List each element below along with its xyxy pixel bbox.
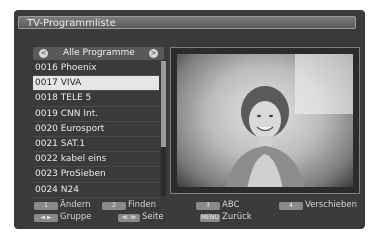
channel-item[interactable]: 0023 ProSieben xyxy=(33,167,159,183)
yellow-key-label: ABC xyxy=(222,200,240,210)
chevron-right-icon[interactable]: > xyxy=(149,49,158,58)
footer: 1 Ändern 2 Finden 3 ABC 4 Verschieben ◄ … xyxy=(14,198,365,229)
channel-item[interactable]: 0021 SAT.1 xyxy=(33,137,159,153)
preview-photo xyxy=(225,54,353,187)
channel-item[interactable]: 0020 Eurosport xyxy=(33,122,159,137)
menu-key-icon[interactable]: MENU xyxy=(200,214,220,222)
yellow-key-icon[interactable]: 3 xyxy=(196,202,220,210)
channel-item[interactable]: 0024 N24 xyxy=(33,183,159,198)
page-key-label: Seite xyxy=(142,212,164,222)
scrollbar-thumb[interactable] xyxy=(161,61,166,147)
green-key-icon[interactable]: 2 xyxy=(102,202,126,210)
channel-item[interactable]: 0019 CNN Int. xyxy=(33,107,159,122)
group-label: Alle Programme xyxy=(63,48,135,58)
preview-image xyxy=(177,54,353,187)
blue-key-icon[interactable]: 4 xyxy=(279,202,303,210)
scrollbar[interactable] xyxy=(161,61,166,196)
blue-key-label: Verschieben xyxy=(305,200,357,210)
channel-item[interactable]: 0016 Phoenix xyxy=(33,61,159,77)
channel-item[interactable]: 0018 TELE 5 xyxy=(33,91,159,107)
red-key-icon[interactable]: 1 xyxy=(34,202,58,210)
chevron-left-icon[interactable]: < xyxy=(39,49,48,58)
page-key-icon[interactable]: ≪ ≫ xyxy=(118,214,140,222)
channel-item-selected[interactable]: 0017 VIVA xyxy=(33,76,159,92)
group-key-label: Gruppe xyxy=(60,212,92,222)
channel-list: 0016 Phoenix 0017 VIVA 0018 TELE 5 0019 … xyxy=(33,61,159,198)
channel-item[interactable]: 0022 kabel eins xyxy=(33,152,159,168)
red-key-label: Ändern xyxy=(60,200,91,210)
preview-frame xyxy=(170,47,360,194)
window-title: TV-Programmliste xyxy=(18,16,356,29)
green-key-label: Finden xyxy=(128,200,157,210)
menu-key-label: Zurück xyxy=(222,212,252,222)
group-key-icon[interactable]: ◄ ► xyxy=(34,214,58,222)
group-selector[interactable]: < Alle Programme > xyxy=(33,47,164,60)
